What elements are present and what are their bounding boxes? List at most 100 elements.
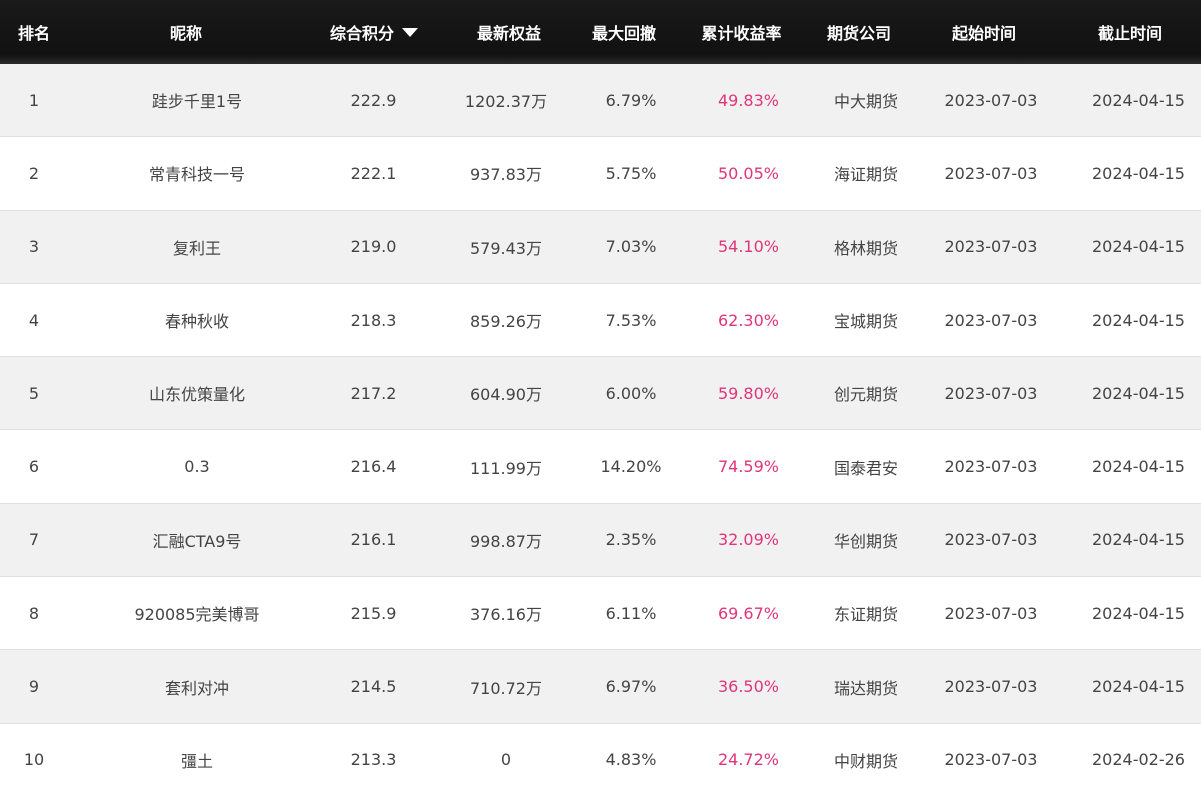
cell-start-date: 2023-07-03 <box>944 310 1038 330</box>
table-row[interactable]: 2 常青科技一号 222.1 937.83万 5.75% 50.05% 海证期货 2023-0… <box>0 137 1201 211</box>
column-header-score[interactable]: 综合积分 <box>304 20 444 44</box>
cell-end-date: 2024-04-15 <box>1092 90 1185 110</box>
caret-down-icon[interactable] <box>402 28 418 37</box>
cell-score: 215.9 <box>350 603 397 623</box>
cell-end-date: 2024-04-15 <box>1092 163 1185 183</box>
cell-company: 创元期货 <box>833 385 898 405</box>
column-header-equity[interactable]: 最新权益 <box>444 20 574 44</box>
cell-cumulative-return: 59.80% <box>717 383 779 403</box>
cell-start-date: 2023-07-03 <box>944 237 1038 257</box>
column-header-rank[interactable]: 排名 <box>0 20 68 44</box>
cell-end-date: 2024-04-15 <box>1092 237 1185 257</box>
cell-equity: 1202.37万 <box>464 92 548 112</box>
cell-cumulative-return: 24.72% <box>717 750 779 770</box>
table-row[interactable]: 10 彊土 213.3 0 4.83% 24.72% 中财期货 2023-07-03 2024-… <box>0 723 1201 796</box>
cell-max-drawdown: 2.35% <box>605 530 657 550</box>
cell-rank: 4 <box>28 310 40 330</box>
cell-end-date: 2024-04-15 <box>1092 603 1185 623</box>
cell-equity: 604.90万 <box>470 385 542 405</box>
cell-rank: 2 <box>28 163 40 183</box>
cell-score: 216.4 <box>350 457 397 477</box>
cell-equity: 111.99万 <box>470 458 542 478</box>
cell-equity: 579.43万 <box>470 238 542 258</box>
cell-nickname[interactable]: 彊土 <box>68 748 326 772</box>
cell-score: 218.3 <box>350 310 397 330</box>
cell-equity: 710.72万 <box>470 678 542 698</box>
cell-score: 214.5 <box>350 677 397 697</box>
cell-rank: 1 <box>28 90 40 110</box>
cell-score: 222.1 <box>350 163 397 183</box>
column-header-score-label: 综合积分 <box>329 24 394 43</box>
cell-start-date: 2023-07-03 <box>944 530 1038 550</box>
column-header-company[interactable]: 期货公司 <box>809 20 909 44</box>
cell-rank: 3 <box>28 237 40 257</box>
cell-cumulative-return: 69.67% <box>717 603 779 623</box>
cell-score: 213.3 <box>350 750 397 770</box>
table-row[interactable]: 6 0.3 216.4 111.99万 14.20% 74.59% 国泰君安 2023-07-… <box>0 430 1201 504</box>
cell-company: 瑞达期货 <box>833 678 898 698</box>
cell-company: 中大期货 <box>833 92 898 112</box>
cell-end-date: 2024-04-15 <box>1092 310 1185 330</box>
table-body: 1 跬步千里1号 222.9 1202.37万 6.79% 49.83% 中大期货 2023-… <box>0 64 1201 796</box>
cell-max-drawdown: 14.20% <box>600 457 662 477</box>
column-header-cumulative-return[interactable]: 累计收益率 <box>674 20 809 44</box>
cell-nickname[interactable]: 汇融CTA9号 <box>68 528 326 552</box>
cell-max-drawdown: 4.83% <box>605 750 657 770</box>
cell-start-date: 2023-07-03 <box>944 677 1038 697</box>
cell-max-drawdown: 7.53% <box>605 310 657 330</box>
cell-cumulative-return: 50.05% <box>717 163 779 183</box>
cell-start-date: 2023-07-03 <box>944 457 1038 477</box>
cell-nickname[interactable]: 山东优策量化 <box>68 381 326 405</box>
column-header-end-date[interactable]: 截止时间 <box>1059 20 1201 44</box>
cell-cumulative-return: 74.59% <box>717 457 779 477</box>
cell-nickname[interactable]: 春种秋收 <box>68 308 326 332</box>
table-row[interactable]: 5 山东优策量化 217.2 604.90万 6.00% 59.80% 创元期货 2023-0… <box>0 357 1201 431</box>
cell-nickname[interactable]: 套利对冲 <box>68 675 326 699</box>
cell-score: 216.1 <box>350 530 397 550</box>
cell-nickname[interactable]: 跬步千里1号 <box>68 88 326 112</box>
cell-max-drawdown: 6.79% <box>605 90 657 110</box>
cell-max-drawdown: 6.97% <box>605 677 657 697</box>
cell-nickname[interactable]: 常青科技一号 <box>68 161 326 185</box>
column-header-max-drawdown[interactable]: 最大回撤 <box>574 20 674 44</box>
cell-nickname[interactable]: 0.3 <box>68 457 326 476</box>
cell-company: 宝城期货 <box>833 312 898 332</box>
cell-cumulative-return: 49.83% <box>717 90 779 110</box>
cell-start-date: 2023-07-03 <box>944 750 1038 770</box>
cell-max-drawdown: 7.03% <box>605 237 657 257</box>
cell-end-date: 2024-04-15 <box>1092 677 1185 697</box>
cell-nickname[interactable]: 复利王 <box>68 235 326 259</box>
cell-start-date: 2023-07-03 <box>944 90 1038 110</box>
cell-equity: 0 <box>500 750 512 770</box>
table-row[interactable]: 7 汇融CTA9号 216.1 998.87万 2.35% 32.09% 华创期货 2023-… <box>0 503 1201 578</box>
cell-equity: 998.87万 <box>470 531 542 551</box>
cell-rank: 9 <box>28 677 40 697</box>
ranking-table: 排名 昵称 综合积分 最新权益 最大回撤 累计收益率 期货公司 起始时间 截止时… <box>0 0 1201 796</box>
table-row[interactable]: 9 套利对冲 214.5 710.72万 6.97% 36.50% 瑞达期货 2023-07-… <box>0 650 1201 724</box>
table-row[interactable]: 8 920085完美博哥 215.9 376.16万 6.11% 69.67% 东证期货 20… <box>0 577 1201 651</box>
table-row[interactable]: 4 春种秋收 218.3 859.26万 7.53% 62.30% 宝城期货 2023-07-… <box>0 283 1201 358</box>
cell-rank: 10 <box>23 750 45 770</box>
cell-rank: 6 <box>28 457 40 477</box>
cell-company: 华创期货 <box>833 531 898 551</box>
cell-score: 222.9 <box>350 90 397 110</box>
cell-company: 国泰君安 <box>833 458 898 478</box>
cell-cumulative-return: 32.09% <box>717 530 779 550</box>
cell-end-date: 2024-04-15 <box>1092 383 1185 403</box>
cell-cumulative-return: 36.50% <box>717 677 779 697</box>
table-row[interactable]: 3 复利王 219.0 579.43万 7.03% 54.10% 格林期货 2023-07-0… <box>0 210 1201 284</box>
cell-max-drawdown: 6.11% <box>605 603 657 623</box>
cell-company: 中财期货 <box>833 751 898 771</box>
cell-end-date: 2024-02-26 <box>1092 750 1185 770</box>
column-header-nickname[interactable]: 昵称 <box>68 20 304 44</box>
cell-rank: 8 <box>28 603 40 623</box>
cell-company: 东证期货 <box>833 605 898 625</box>
cell-nickname[interactable]: 920085完美博哥 <box>68 601 326 625</box>
cell-score: 219.0 <box>350 237 397 257</box>
table-row[interactable]: 1 跬步千里1号 222.9 1202.37万 6.79% 49.83% 中大期货 2023-… <box>0 64 1201 138</box>
cell-start-date: 2023-07-03 <box>944 163 1038 183</box>
cell-equity: 376.16万 <box>470 605 542 625</box>
cell-company: 格林期货 <box>833 238 898 258</box>
column-header-start-date[interactable]: 起始时间 <box>909 20 1059 44</box>
cell-end-date: 2024-04-15 <box>1092 457 1185 477</box>
